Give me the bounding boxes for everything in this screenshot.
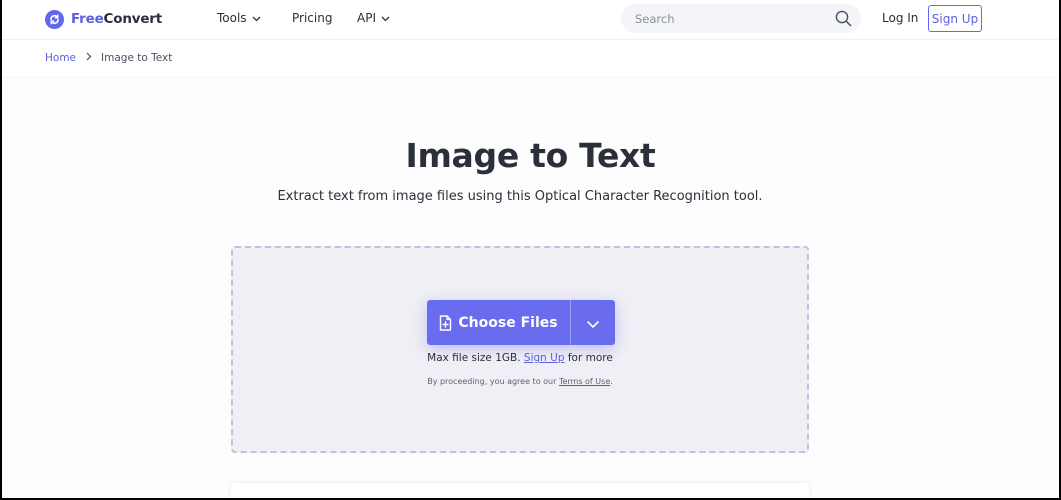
page-title: Image to Text xyxy=(405,136,656,175)
terms-suffix: . xyxy=(610,377,613,386)
breadcrumb-home[interactable]: Home xyxy=(45,52,76,64)
nav-tools[interactable]: Tools xyxy=(217,11,261,25)
breadcrumb: Home Image to Text xyxy=(45,52,172,64)
terms-note: By proceeding, you agree to our Terms of… xyxy=(233,377,807,386)
main-content: Image to Text Extract text from image fi… xyxy=(0,78,1061,500)
max-size-suffix: for more xyxy=(567,352,613,364)
nav-api-label: API xyxy=(357,11,376,25)
top-header: FreeConvert Tools Pricing API Log In Sig… xyxy=(0,0,1061,40)
content-card xyxy=(231,483,809,500)
choose-files-button-group: Choose Files xyxy=(427,300,615,345)
brand-name-part1: Free xyxy=(71,11,104,27)
chevron-down-icon xyxy=(252,11,261,25)
file-plus-icon xyxy=(439,314,452,331)
max-file-size-note: Max file size 1GB. Sign Up for more xyxy=(233,352,807,364)
file-dropzone[interactable]: Choose Files Max file size 1GB. Sign Up … xyxy=(231,246,809,453)
page-subtitle: Extract text from image files using this… xyxy=(277,189,763,204)
chevron-down-icon xyxy=(381,11,390,25)
search-icon[interactable] xyxy=(835,10,852,31)
freeconvert-logo[interactable]: FreeConvert xyxy=(45,9,162,29)
brand-name-part2: Convert xyxy=(103,11,163,27)
login-link[interactable]: Log In xyxy=(882,11,918,25)
choose-files-label: Choose Files xyxy=(458,314,558,331)
search-box xyxy=(621,4,861,33)
signup-link[interactable]: Sign Up xyxy=(524,352,565,364)
breadcrumb-current: Image to Text xyxy=(101,52,173,64)
breadcrumb-bar: Home Image to Text xyxy=(0,41,1061,77)
nav-pricing[interactable]: Pricing xyxy=(292,11,332,25)
terms-prefix: By proceeding, you agree to our xyxy=(427,377,557,386)
chevron-down-icon xyxy=(587,313,599,332)
signup-button[interactable]: Sign Up xyxy=(928,5,982,32)
max-size-text: Max file size 1GB. xyxy=(427,352,521,364)
refresh-circle-icon xyxy=(45,9,64,29)
brand-name: FreeConvert xyxy=(71,11,162,27)
choose-files-button[interactable]: Choose Files xyxy=(427,300,570,345)
search-input[interactable] xyxy=(635,11,825,26)
terms-of-use-link[interactable]: Terms of Use xyxy=(559,377,610,386)
nav-pricing-label: Pricing xyxy=(292,11,333,25)
nav-tools-label: Tools xyxy=(217,11,247,25)
upload-source-dropdown[interactable] xyxy=(571,300,615,345)
chevron-right-icon xyxy=(86,52,92,64)
nav-api[interactable]: API xyxy=(357,11,390,25)
